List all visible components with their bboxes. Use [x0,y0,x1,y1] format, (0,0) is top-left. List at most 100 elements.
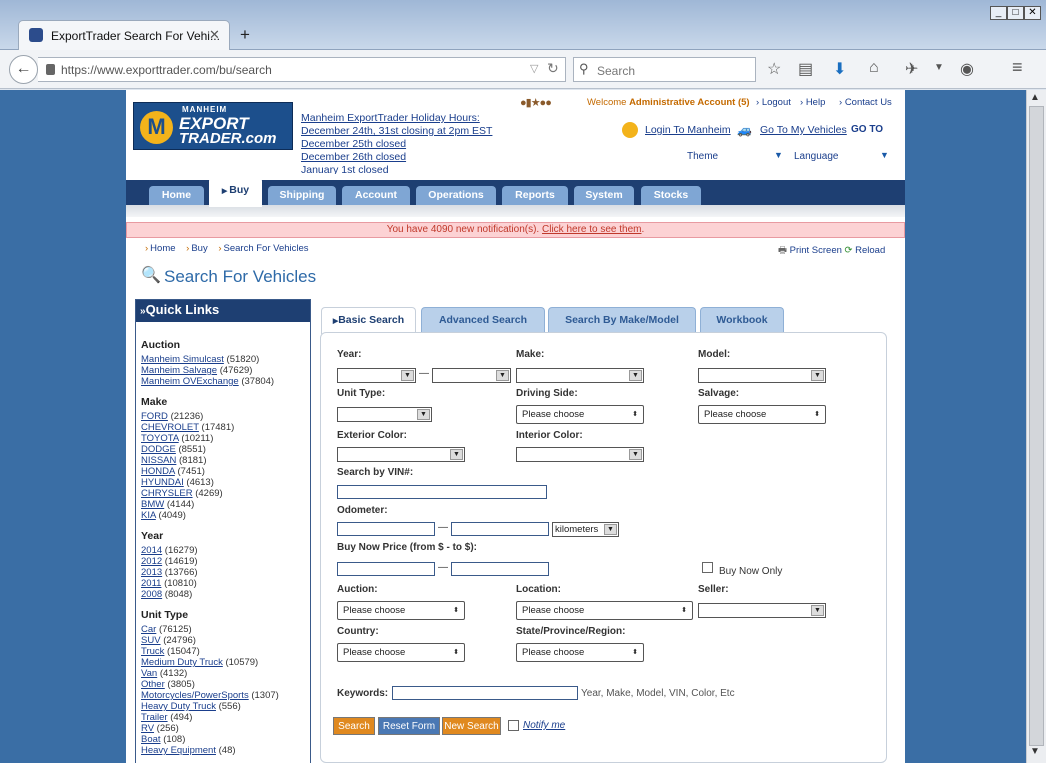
contact-link[interactable]: › Contact Us [839,97,892,108]
quick-link[interactable]: TOYOTA [141,433,179,444]
interior-color-select[interactable]: ▼ [516,447,644,462]
nav-tab-shipping[interactable]: Shipping [268,186,336,205]
exterior-color-select[interactable]: ▼ [337,447,465,462]
home-icon[interactable]: ⌂ [869,59,879,77]
holiday-line[interactable]: December 24th, 31st closing at 2pm EST [301,125,501,138]
odometer-unit-select[interactable]: kilometers ▼ [552,522,619,537]
quick-link[interactable]: 2013 [141,567,162,578]
notification-link[interactable]: Click here to see them [542,224,642,235]
breadcrumb-buy[interactable]: Buy [191,243,207,254]
quick-link[interactable]: BMW [141,499,164,510]
seller-select[interactable]: ▼ [698,603,826,618]
nav-tab-buy[interactable]: ▶ Buy [209,177,262,207]
notify-me-checkbox[interactable] [508,720,519,731]
keywords-input[interactable] [392,686,578,700]
quick-link[interactable]: HYUNDAI [141,477,184,488]
reset-form-button[interactable]: Reset Form [378,717,440,735]
sync-icon[interactable]: ◉ [960,59,974,79]
make-select[interactable]: ▼ [516,368,644,383]
theme-select[interactable]: Theme [687,151,718,162]
language-select[interactable]: Language [794,151,839,162]
language-dropdown-icon[interactable]: ▼ [880,150,889,160]
tab-advanced-search[interactable]: Advanced Search [421,307,545,333]
nav-tab-stocks[interactable]: Stocks [641,186,701,205]
goto-label[interactable]: GO TO [851,124,883,135]
tab-search-by-make-model[interactable]: Search By Make/Model [548,307,696,333]
quick-link[interactable]: Heavy Equipment [141,745,216,756]
year-from-select[interactable]: ▼ [337,368,416,383]
auction-select[interactable]: Please choose ⬍ [337,601,465,620]
quick-link[interactable]: CHEVROLET [141,422,199,433]
url-bar[interactable]: https://www.exporttrader.com/bu/search ▽… [38,57,566,82]
nav-tab-operations[interactable]: Operations [416,186,496,205]
manheim-login-icon[interactable] [622,122,638,138]
help-label[interactable]: Help [806,97,826,108]
contact-label[interactable]: Contact Us [845,97,892,108]
unit-type-select[interactable]: ▼ [337,407,432,422]
quick-link[interactable]: Truck [141,646,164,657]
my-vehicles-link[interactable]: Go To My Vehicles [760,124,847,136]
breadcrumb-home[interactable]: Home [150,243,175,254]
quick-link[interactable]: 2008 [141,589,162,600]
logout-link[interactable]: › Logout [756,97,791,108]
model-select[interactable]: ▼ [698,368,826,383]
nav-tab-system[interactable]: System [574,186,634,205]
quick-link[interactable]: Manheim Salvage [141,365,217,376]
manheim-exporttrader-logo[interactable]: M MANHEIM EXPORT TRADER.com [133,102,293,150]
quick-link[interactable]: Trailer [141,712,168,723]
print-screen-link[interactable]: Print Screen [790,245,842,256]
scroll-up-icon[interactable]: ▲ [1030,92,1040,103]
theme-dropdown-icon[interactable]: ▼ [774,150,783,160]
quick-link[interactable]: Van [141,668,157,679]
nav-tab-account[interactable]: Account [342,186,410,205]
addon-icon[interactable]: ✈ [905,59,918,79]
nav-tab-reports[interactable]: Reports [502,186,568,205]
bookmark-star-icon[interactable]: ☆ [767,59,781,79]
help-link[interactable]: › Help [800,97,825,108]
quick-link[interactable]: Heavy Duty Truck [141,701,216,712]
odometer-from-input[interactable] [337,522,435,536]
country-select[interactable]: Please choose ⬍ [337,643,465,662]
notify-me-link[interactable]: Notify me [523,720,565,731]
scroll-thumb[interactable] [1029,106,1044,746]
price-from-input[interactable] [337,562,435,576]
addon-dropdown-icon[interactable]: ▼ [934,62,944,73]
salvage-select[interactable]: Please choose ⬍ [698,405,826,424]
new-tab-icon[interactable]: + [240,25,250,45]
quick-link[interactable]: SUV [141,635,161,646]
nav-tab-home[interactable]: Home [149,186,204,205]
holiday-line[interactable]: Manheim ExportTrader Holiday Hours: [301,112,501,125]
quick-link[interactable]: NISSAN [141,455,176,466]
quick-link[interactable]: CHRYSLER [141,488,193,499]
quick-link[interactable]: HONDA [141,466,175,477]
quick-link[interactable]: KIA [141,510,156,521]
buy-now-only-checkbox[interactable] [702,562,713,573]
quick-link[interactable]: Motorcycles/PowerSports [141,690,249,701]
tab-basic-search[interactable]: ▶Basic Search [321,307,416,334]
reload-page-link[interactable]: Reload [855,245,885,256]
holiday-line[interactable]: December 25th closed [301,138,501,151]
login-to-manheim-link[interactable]: Login To Manheim [645,124,731,136]
quick-link[interactable]: Medium Duty Truck [141,657,223,668]
menu-icon[interactable]: ≡ [1012,57,1023,78]
quick-link[interactable]: Other [141,679,165,690]
reading-list-icon[interactable]: ▤ [798,59,813,79]
window-close-icon[interactable]: ✕ [1024,6,1041,20]
browser-search-input[interactable]: ⚲ Search [573,57,756,82]
quick-link[interactable]: Manheim Simulcast [141,354,224,365]
page-scrollbar[interactable]: ▲ ▼ [1026,90,1046,763]
search-button[interactable]: Search [333,717,375,735]
breadcrumb-current[interactable]: Search For Vehicles [224,243,309,254]
quick-link[interactable]: Manheim OVExchange [141,376,239,387]
holiday-line[interactable]: January 1st closed [301,164,501,174]
quick-link[interactable]: Boat [141,734,161,745]
location-select[interactable]: Please choose ⬍ [516,601,693,620]
minimize-icon[interactable]: _ [990,6,1007,20]
scroll-down-icon[interactable]: ▼ [1030,746,1040,757]
maximize-icon[interactable]: □ [1007,6,1024,20]
quick-link[interactable]: 2011 [141,578,161,589]
tab-close-icon[interactable]: ✕ [209,27,220,43]
vin-input[interactable] [337,485,547,499]
download-icon[interactable]: ⬇ [833,59,846,79]
driving-side-select[interactable]: Please choose ⬍ [516,405,644,424]
